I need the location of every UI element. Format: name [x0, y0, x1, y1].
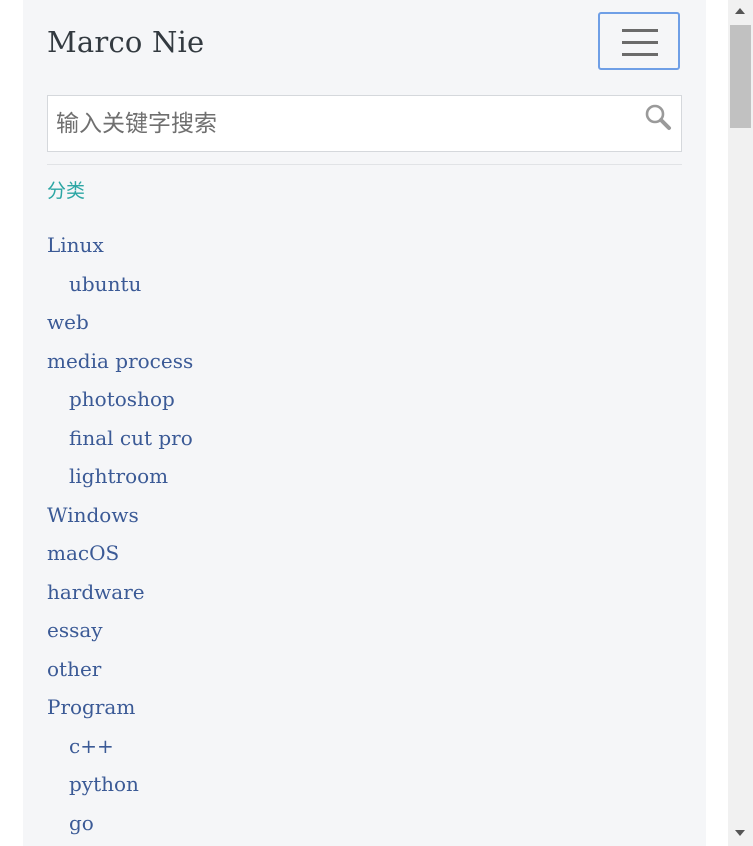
scroll-down-arrow-icon[interactable]: [735, 830, 745, 836]
divider: [47, 164, 682, 165]
vertical-scrollbar[interactable]: [728, 0, 753, 846]
category-item-media-process[interactable]: media process: [47, 344, 193, 383]
category-item-other[interactable]: other: [47, 652, 193, 691]
navbar-toggle-button[interactable]: [598, 12, 680, 70]
brand-title[interactable]: Marco Nie: [47, 22, 204, 62]
search-box: [47, 95, 682, 152]
category-item-essay[interactable]: essay: [47, 613, 193, 652]
categories-heading: 分类: [47, 180, 86, 202]
sidebar-panel: Marco Nie 分类 Linux ubuntu web media proc…: [23, 0, 706, 846]
category-item-linux[interactable]: Linux: [47, 228, 193, 267]
category-item-go[interactable]: go: [47, 806, 193, 845]
hamburger-icon-bar: [622, 29, 658, 32]
category-item-lightroom[interactable]: lightroom: [47, 459, 193, 498]
category-item-photoshop[interactable]: photoshop: [47, 382, 193, 421]
category-item-windows[interactable]: Windows: [47, 498, 193, 537]
category-item-macos[interactable]: macOS: [47, 536, 193, 575]
search-input[interactable]: [48, 96, 636, 151]
category-item-web[interactable]: web: [47, 305, 193, 344]
scroll-up-arrow-icon[interactable]: [735, 8, 745, 14]
category-item-hardware[interactable]: hardware: [47, 575, 193, 614]
scrollbar-thumb[interactable]: [730, 25, 751, 128]
category-item-program[interactable]: Program: [47, 690, 193, 729]
category-item-cpp[interactable]: c++: [47, 729, 193, 768]
category-list: Linux ubuntu web media process photoshop…: [47, 228, 193, 844]
page: Marco Nie 分类 Linux ubuntu web media proc…: [0, 0, 753, 846]
search-icon[interactable]: [644, 103, 672, 131]
category-item-python[interactable]: python: [47, 767, 193, 806]
category-item-final-cut-pro[interactable]: final cut pro: [47, 421, 193, 460]
category-item-ubuntu[interactable]: ubuntu: [47, 267, 193, 306]
hamburger-icon-bar: [622, 41, 658, 44]
hamburger-icon-bar: [622, 53, 658, 56]
